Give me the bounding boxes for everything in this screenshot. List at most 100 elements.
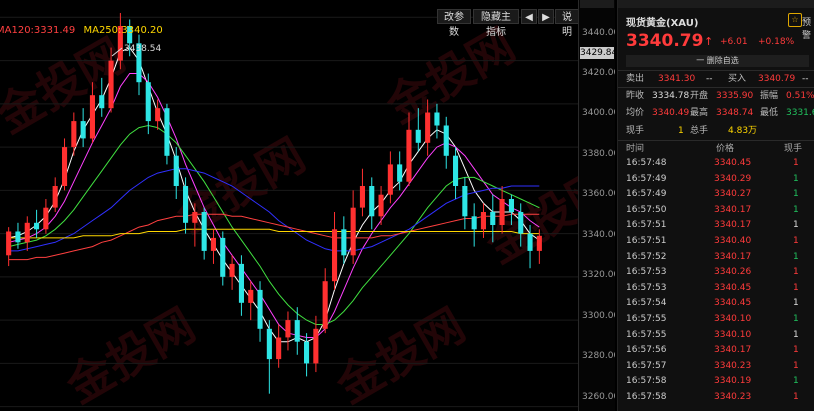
candle-body [378,194,384,217]
price-tick: 3280.00 [582,351,615,361]
tick-time: 16:57:49 [626,173,667,184]
price-change: +6.01 [720,37,748,47]
candle-body [266,328,272,360]
low-label: 最低 [760,108,779,118]
qty-header: 现手 [784,144,803,154]
high-label: 最高 [690,108,709,118]
stats-row-3: 现手 1 总手 4.83万 [618,124,814,138]
alert-label[interactable]: 预警 [802,15,814,41]
tick-qty: 1 [793,173,799,184]
price-tick: 3300.00 [582,311,615,321]
candle-body [276,337,282,360]
candle [518,203,524,247]
candle [322,268,328,334]
candle-body [62,147,68,186]
tick-row: 16:57:50 3340.17 1 [618,204,814,217]
tick-time: 16:57:56 [626,345,667,356]
tick-qty: 1 [793,220,799,231]
candle-body [527,233,533,251]
tick-row: 16:57:56 3340.17 1 [618,344,814,357]
candle-body [173,155,179,186]
tick-time: 16:57:52 [626,251,667,262]
tick-qty: 1 [793,329,799,340]
kline-chart-area[interactable]: 金投网 金投网 金投网 金投网 金投网 金投网 3438.54 改参数 隐藏主指… [0,0,615,411]
current-price-tag: 3429.84 [580,47,615,59]
candle-body [359,186,365,208]
tick-qty: 1 [793,236,799,246]
candle-body [248,289,254,303]
candle-body [304,341,310,364]
high-value: 3348.74 [716,108,754,118]
tick-row: 16:57:53 3340.45 1 [618,282,814,295]
candle-body [471,216,477,230]
axis-top-bar [580,0,614,8]
candle-body [406,129,412,182]
tick-row: 16:57:55 3340.10 1 [618,329,814,342]
candle-body [536,235,542,251]
candle [145,73,151,135]
kline-svg: 3438.54 [0,12,578,408]
candle [434,103,440,139]
tick-time: 16:57:51 [626,236,667,246]
candle [229,255,235,290]
tick-qty: 1 [793,345,799,356]
hide-indicator-button[interactable]: 隐藏主指标 [473,9,519,38]
tick-price: 3340.29 [714,173,752,184]
tick-row: 16:57:53 3340.26 1 [618,266,814,279]
ma120-legend: MA120:3331.49 [0,25,76,36]
panel-tab-bar [618,0,814,8]
tick-time: 16:57:58 [626,376,667,387]
candle [406,112,412,187]
candle [24,216,30,251]
divider [618,140,814,141]
tick-qty: 1 [793,158,799,168]
divider [618,87,814,88]
candle [499,186,505,234]
last-price: 3340.79 [626,31,704,51]
price-change-pct: +0.18% [758,37,795,47]
tick-time: 16:57:57 [626,360,667,371]
tick-row: 16:57:48 3340.45 1 [618,157,814,170]
candle-body [24,222,30,243]
instrument-name: 现货黄金(XAU) [626,18,699,29]
remove-watchlist-button[interactable]: 一 删除自选 [626,55,809,67]
divider [618,70,814,71]
edit-params-button[interactable]: 改参数 [437,9,471,38]
time-header: 时间 [626,144,645,154]
ma-line-2 [8,124,540,325]
tick-price: 3340.19 [714,376,752,387]
candle-body [313,328,319,364]
candle [415,108,421,152]
tick-row: 16:57:54 3340.45 1 [618,297,814,310]
tick-time: 16:57:50 [626,204,667,215]
candle-body [322,281,328,329]
tick-price: 3340.17 [714,204,752,215]
chevron-right-icon[interactable]: ▶ [538,9,554,24]
candle [443,116,449,169]
tick-row: 16:57:51 3340.17 1 [618,219,814,232]
amplitude-value: 0.51% [786,91,814,101]
tick-price: 3340.45 [714,298,752,309]
price-tick: 3340.00 [582,230,615,240]
candle-body [201,212,207,251]
tick-price: 3340.23 [714,392,752,402]
help-button[interactable]: 说明 [555,9,579,38]
candle-body [192,212,198,223]
price-tick: 3360.00 [582,189,615,199]
candle [341,216,347,264]
candle [285,311,291,351]
candle [80,108,86,148]
low-value: 3331.65 [786,108,814,118]
candle-body [220,237,226,277]
tick-qty: 1 [793,204,799,215]
star-icon[interactable]: ☆ [788,13,802,27]
candle [397,151,403,191]
candle [266,320,272,394]
candle [220,231,226,286]
candle [99,77,105,117]
chevron-left-icon[interactable]: ◀ [521,9,537,24]
candle-body [34,222,40,230]
tick-time: 16:57:54 [626,298,667,309]
candle [52,177,58,212]
tick-row: 16:57:51 3340.40 1 [618,235,814,248]
